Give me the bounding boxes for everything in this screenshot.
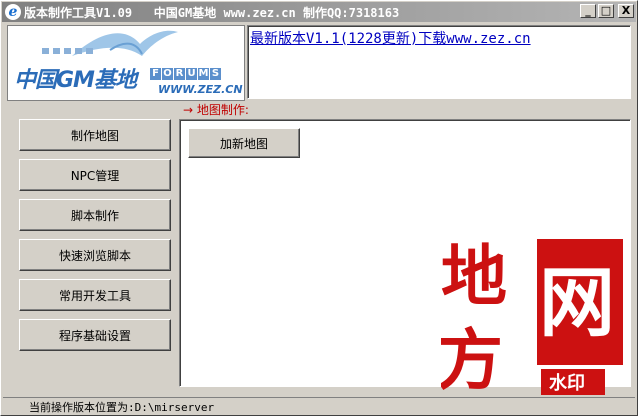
app-e-icon: e bbox=[5, 4, 21, 20]
make-map-button[interactable]: 制作地图 bbox=[19, 119, 171, 151]
main-window: e 版本制作工具V1.09 中国GM基地 www.zez.cn 制作QQ:731… bbox=[0, 0, 638, 416]
forums-letter: R bbox=[174, 68, 185, 80]
forums-letter: S bbox=[210, 68, 221, 80]
close-button[interactable]: X bbox=[618, 4, 634, 18]
maximize-button[interactable]: □ bbox=[598, 4, 614, 18]
status-bar: 当前操作版本位置为:D:\mirserver bbox=[3, 397, 635, 415]
title-buttons: _ □ X bbox=[580, 4, 634, 18]
add-map-button[interactable]: 加新地图 bbox=[188, 128, 300, 158]
title-bar[interactable]: e 版本制作工具V1.09 中国GM基地 www.zez.cn 制作QQ:731… bbox=[2, 2, 636, 22]
script-make-button[interactable]: 脚本制作 bbox=[19, 199, 171, 231]
quick-browse-script-button[interactable]: 快速浏览脚本 bbox=[19, 239, 171, 271]
watermark-char: 地 bbox=[441, 237, 507, 315]
forums-letter: O bbox=[162, 68, 173, 80]
npc-manage-button[interactable]: NPC管理 bbox=[19, 159, 171, 191]
watermark-stamp-text: 水印 bbox=[549, 372, 585, 394]
window-title: 版本制作工具V1.09 中国GM基地 www.zez.cn 制作QQ:73181… bbox=[24, 5, 400, 20]
basic-settings-button[interactable]: 程序基础设置 bbox=[19, 319, 171, 351]
banner-forums: F O R U M S bbox=[150, 68, 221, 80]
banner-url: WWW.ZEZ.CN bbox=[158, 83, 243, 96]
banner-logo-text: 中国GM基地 bbox=[14, 68, 137, 93]
forums-letter: F bbox=[150, 68, 161, 80]
minimize-button[interactable]: _ bbox=[580, 4, 596, 18]
download-link[interactable]: 最新版本V1.1(1228更新)下载www.zez.cn bbox=[250, 28, 531, 48]
watermark-char: 网 bbox=[539, 258, 615, 347]
watermark-stamp: 地 方 网 水印 bbox=[441, 237, 623, 399]
bird-logo-icon bbox=[72, 30, 178, 56]
dev-tools-button[interactable]: 常用开发工具 bbox=[19, 279, 171, 311]
gm-base-banner: 中国GM基地 F O R U M S WWW.ZEZ.CN bbox=[7, 25, 245, 101]
forums-letter: U bbox=[186, 68, 197, 80]
forums-letter: M bbox=[198, 68, 209, 80]
section-label: → 地图制作: bbox=[183, 103, 249, 117]
status-text: 当前操作版本位置为:D:\mirserver bbox=[29, 400, 215, 414]
watermark-char: 方 bbox=[441, 321, 503, 399]
banner-dots bbox=[42, 48, 93, 54]
news-box: 最新版本V1.1(1228更新)下载www.zez.cn bbox=[247, 25, 631, 99]
